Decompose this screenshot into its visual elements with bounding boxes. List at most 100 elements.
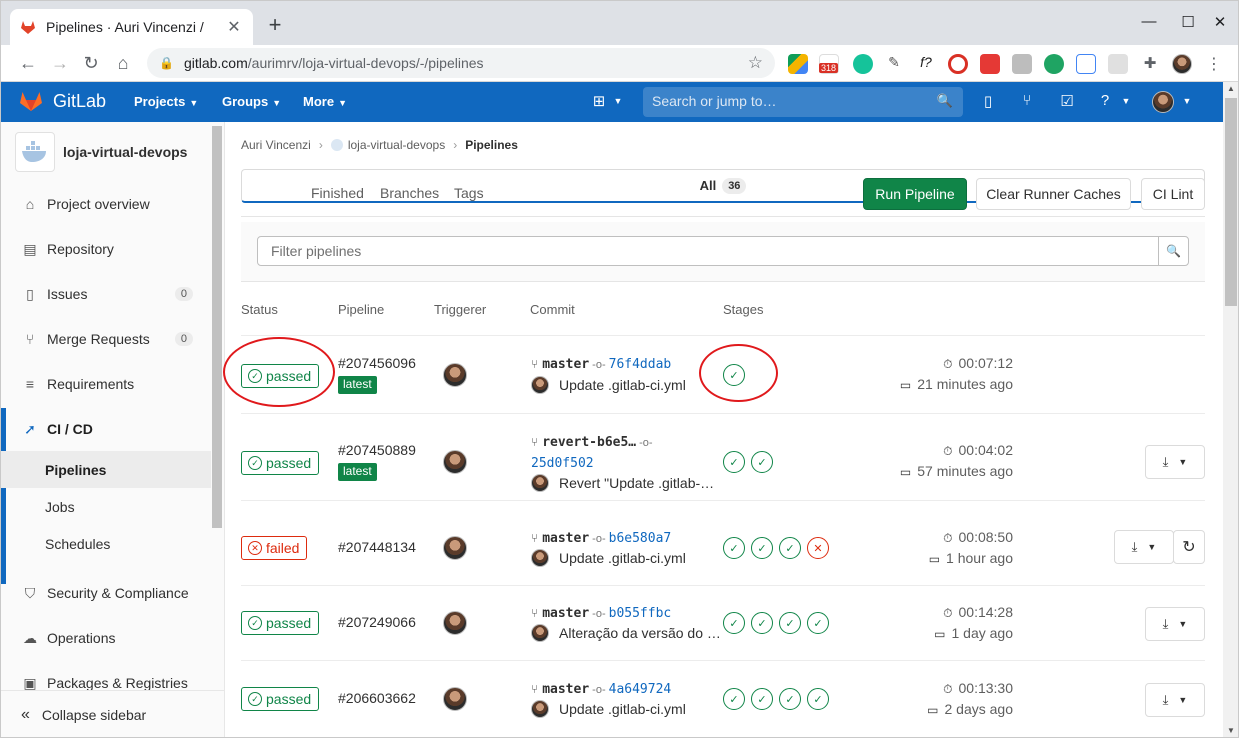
commit-title-link[interactable]: Revert "Update .gitlab-… <box>559 475 714 491</box>
close-window-icon[interactable]: ✕ <box>1208 13 1232 31</box>
download-artifacts-button[interactable]: ⤓ ▼ <box>1114 530 1174 564</box>
forward-icon[interactable]: → <box>47 50 73 76</box>
formula-extension-icon[interactable]: f? <box>916 54 936 74</box>
sidebar-item-project-overview[interactable]: ⌂ Project overview <box>1 184 211 224</box>
user-avatar[interactable] <box>1152 91 1174 113</box>
grammarly-extension-icon[interactable] <box>853 54 873 74</box>
breadcrumb-current[interactable]: Pipelines <box>465 138 518 152</box>
profile-avatar[interactable] <box>1172 54 1192 74</box>
stage-success-icon[interactable]: ✓ <box>723 451 745 473</box>
google-drive-extension-icon[interactable] <box>788 54 808 74</box>
triggerer-avatar[interactable] <box>443 450 467 474</box>
scrollbar-thumb[interactable] <box>1225 98 1237 306</box>
stage-success-icon[interactable]: ✓ <box>779 612 801 634</box>
chevron-down-icon[interactable]: ▼ <box>607 96 629 106</box>
triggerer-avatar[interactable] <box>443 687 467 711</box>
minimize-icon[interactable]: — <box>1137 13 1161 30</box>
close-tab-icon[interactable]: ✕ <box>225 17 243 37</box>
sidebar-item-requirements[interactable]: ≡ Requirements <box>1 364 211 404</box>
stage-success-icon[interactable]: ✓ <box>751 451 773 473</box>
stage-success-icon[interactable]: ✓ <box>723 364 745 386</box>
commit-title-link[interactable]: Alteração da versão do … <box>559 625 721 641</box>
download-artifacts-button[interactable]: ⤓ ▼ <box>1145 683 1205 717</box>
maximize-icon[interactable]: ☐ <box>1176 13 1200 31</box>
gitlab-home-link[interactable]: GitLab <box>19 90 106 112</box>
hangouts-extension-icon[interactable] <box>1044 54 1064 74</box>
pipeline-id-link[interactable]: #206603662 <box>338 690 416 706</box>
sidebar-project[interactable]: loja-virtual-devops <box>15 132 187 172</box>
eyedropper-extension-icon[interactable]: ✎ <box>884 54 904 74</box>
stage-failed-icon[interactable]: ✕ <box>807 537 829 559</box>
stage-success-icon[interactable]: ✓ <box>779 688 801 710</box>
commit-title-link[interactable]: Update .gitlab-ci.yml <box>559 377 686 393</box>
author-avatar[interactable] <box>531 624 549 642</box>
status-badge[interactable]: ✓ passed <box>241 687 320 711</box>
pipeline-id-link[interactable]: #207456096 <box>338 355 416 371</box>
sidebar-item-merge-requests[interactable]: ⑂ Merge Requests 0 <box>1 319 211 359</box>
filter-pipelines-input[interactable]: Filter pipelines <box>257 236 1159 266</box>
clear-runner-caches-button[interactable]: Clear Runner Caches <box>976 178 1131 210</box>
download-artifacts-button[interactable]: ⤓ ▼ <box>1145 445 1205 479</box>
commit-sha-link[interactable]: 25d0f502 <box>531 456 594 471</box>
issues-todo-icon[interactable]: ▯ <box>977 92 999 110</box>
download-artifacts-button[interactable]: ⤓ ▼ <box>1145 607 1205 641</box>
status-badge[interactable]: ✓ passed <box>241 611 320 635</box>
chevron-down-icon[interactable]: ▼ <box>1115 96 1137 106</box>
author-avatar[interactable] <box>531 549 549 567</box>
sidebar-item-repository[interactable]: ▤ Repository <box>1 229 211 269</box>
extensions-puzzle-icon[interactable]: ✚ <box>1140 54 1160 74</box>
merge-requests-icon[interactable]: ⑂ <box>1016 92 1038 109</box>
stage-success-icon[interactable]: ✓ <box>779 537 801 559</box>
branch-link[interactable]: revert-b6e5… <box>542 435 636 450</box>
stage-success-icon[interactable]: ✓ <box>723 537 745 559</box>
retry-button[interactable]: ↻ <box>1173 530 1205 564</box>
sidebar-item-ci-cd[interactable]: ➚ CI / CD <box>1 409 211 449</box>
author-avatar[interactable] <box>531 376 549 394</box>
record-extension-icon[interactable] <box>948 54 968 74</box>
sidebar-subitem-pipelines[interactable]: Pipelines <box>1 451 211 488</box>
commit-sha-link[interactable]: b6e580a7 <box>609 531 672 546</box>
collapse-sidebar-button[interactable]: « Collapse sidebar <box>1 690 224 737</box>
status-badge[interactable]: ✕ failed <box>241 536 308 560</box>
commit-title-link[interactable]: Update .gitlab-ci.yml <box>559 550 686 566</box>
breadcrumb-project[interactable]: loja-virtual-devops <box>348 138 445 152</box>
gmail-extension-icon[interactable]: 318 <box>819 54 839 74</box>
stage-success-icon[interactable]: ✓ <box>723 688 745 710</box>
commit-sha-link[interactable]: 76f4ddab <box>609 357 672 372</box>
triggerer-avatar[interactable] <box>443 363 467 387</box>
reload-icon[interactable]: ↻ <box>78 50 104 76</box>
author-avatar[interactable] <box>531 474 549 492</box>
scroll-down-icon[interactable]: ▼ <box>1227 726 1235 735</box>
bookmark-star-icon[interactable]: ☆ <box>748 53 763 73</box>
search-icon[interactable]: 🔍 <box>1158 236 1189 266</box>
page-scrollbar[interactable]: ▲ ▼ <box>1223 82 1238 737</box>
tab-finished[interactable]: Finished <box>311 169 364 217</box>
pipeline-id-link[interactable]: #207450889 <box>338 442 416 458</box>
chevron-down-icon[interactable]: ▼ <box>1176 96 1198 106</box>
window-extension-icon[interactable] <box>1108 54 1128 74</box>
nav-projects[interactable]: Projects ▼ <box>134 94 198 109</box>
address-bar[interactable]: 🔒 gitlab.com/aurimrv/loja-virtual-devops… <box>147 48 775 78</box>
browser-tab[interactable]: Pipelines · Auri Vincenzi / ✕ <box>10 9 253 45</box>
commit-title-link[interactable]: Update .gitlab-ci.yml <box>559 701 686 717</box>
author-avatar[interactable] <box>531 700 549 718</box>
browser-menu-icon[interactable]: ⋮ <box>1204 54 1224 74</box>
branch-link[interactable]: master <box>542 606 589 621</box>
pocket-extension-icon[interactable] <box>980 54 1000 74</box>
pipeline-id-link[interactable]: #207249066 <box>338 614 416 630</box>
triggerer-avatar[interactable] <box>443 611 467 635</box>
scroll-up-icon[interactable]: ▲ <box>1227 84 1235 93</box>
commit-sha-link[interactable]: 4a649724 <box>609 682 672 697</box>
todos-check-icon[interactable]: ☑ <box>1056 92 1078 110</box>
branch-link[interactable]: master <box>542 531 589 546</box>
sidebar-item-operations[interactable]: ☁ Operations <box>1 618 211 658</box>
breadcrumb-user[interactable]: Auri Vincenzi <box>241 138 311 152</box>
sidebar-item-issues[interactable]: ▯ Issues 0 <box>1 274 211 314</box>
back-icon[interactable]: ← <box>15 50 41 76</box>
stage-success-icon[interactable]: ✓ <box>751 537 773 559</box>
status-badge[interactable]: ✓ passed <box>241 364 320 388</box>
sidebar-subitem-jobs[interactable]: Jobs <box>1 488 211 525</box>
tab-branches[interactable]: Branches <box>380 169 439 217</box>
stage-success-icon[interactable]: ✓ <box>807 612 829 634</box>
new-tab-button[interactable]: + <box>263 14 287 36</box>
